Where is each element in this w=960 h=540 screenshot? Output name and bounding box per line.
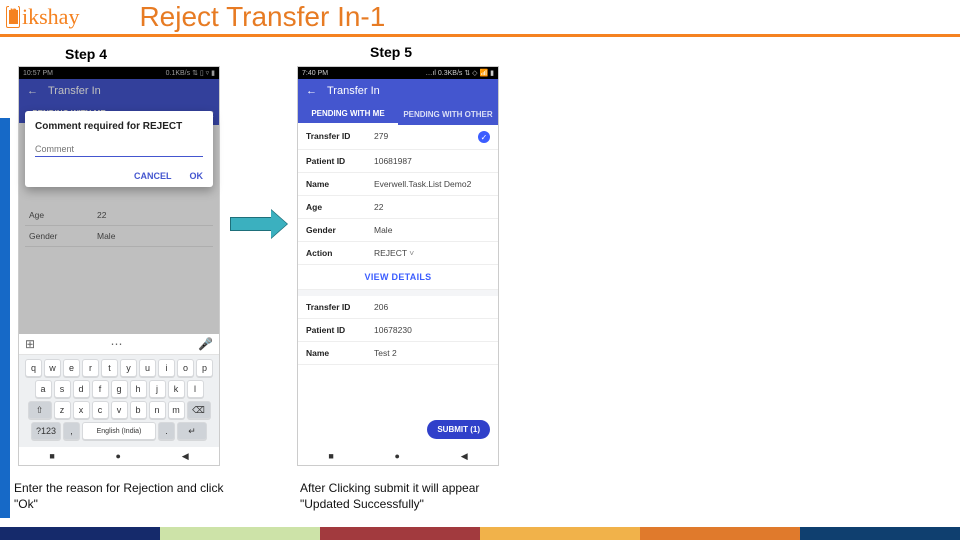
phone-step-4: 10:57 PM 0.1KB/s ⇅ ▯ ▿ ▮ ← Transfer In P…: [18, 66, 220, 466]
key-y[interactable]: y: [120, 359, 137, 377]
nav-recent-icon[interactable]: ■: [328, 451, 333, 461]
phone-step-5: 7:40 PM …ıl 0.3KB/s ⇅ ◇ 📶 ▮ ← Transfer I…: [297, 66, 499, 466]
view-details-button[interactable]: VIEW DETAILS: [298, 265, 498, 290]
detail-row: Transfer ID206: [298, 296, 498, 319]
detail-row: Age22: [298, 196, 498, 219]
key-⇧[interactable]: ⇧: [28, 401, 52, 419]
keyboard-suggestion-bar: ⊞ ⋯ 🎤: [19, 334, 219, 355]
reject-comment-dialog: Comment required for REJECT CANCEL OK: [25, 111, 213, 187]
logo: ikshay: [6, 4, 79, 30]
step-5-label: Step 5: [370, 44, 412, 60]
key-c[interactable]: c: [92, 401, 109, 419]
ok-button[interactable]: OK: [190, 171, 204, 181]
key-l[interactable]: l: [187, 380, 204, 398]
title-bar: ikshay Reject Transfer In-1: [0, 0, 960, 34]
detail-row: NameEverwell.Task.List Demo2: [298, 173, 498, 196]
keyboard: qwertyuiop asdfghjkl ⇧zxcvbnm⌫ ?123,Engl…: [19, 355, 219, 447]
detail-row: NameTest 2: [298, 342, 498, 365]
caption-step-5: After Clicking submit it will appear "Up…: [300, 480, 479, 512]
key-s[interactable]: s: [54, 380, 71, 398]
step-4-label: Step 4: [65, 46, 107, 62]
android-nav-bar: ■ ● ◀: [19, 447, 219, 465]
key-?123[interactable]: ?123: [31, 422, 61, 440]
detail-row: Transfer ID279✓: [298, 125, 498, 150]
slide-title: Reject Transfer In-1: [139, 1, 385, 33]
key-m[interactable]: m: [168, 401, 185, 419]
status-bar: 7:40 PM …ıl 0.3KB/s ⇅ ◇ 📶 ▮: [298, 67, 498, 79]
key-j[interactable]: j: [149, 380, 166, 398]
tab-pending-with-other[interactable]: PENDING WITH OTHER: [398, 103, 498, 125]
ellipsis-icon[interactable]: ⋯: [111, 337, 123, 351]
key-u[interactable]: u: [139, 359, 156, 377]
key-g[interactable]: g: [111, 380, 128, 398]
key-w[interactable]: w: [44, 359, 61, 377]
nav-back-icon[interactable]: ◀: [461, 451, 468, 462]
submit-button[interactable]: SUBMIT (1): [427, 420, 490, 439]
key-r[interactable]: r: [82, 359, 99, 377]
android-nav-bar: ■ ● ◀: [298, 447, 498, 465]
key-.[interactable]: .: [158, 422, 175, 440]
logo-text: ikshay: [22, 4, 79, 30]
key-,[interactable]: ,: [63, 422, 80, 440]
key-o[interactable]: o: [177, 359, 194, 377]
key-x[interactable]: x: [73, 401, 90, 419]
key-b[interactable]: b: [130, 401, 147, 419]
divider-rule: [0, 34, 960, 37]
key-z[interactable]: z: [54, 401, 71, 419]
detail-row: GenderMale: [298, 219, 498, 242]
app-bar: ← Transfer In: [298, 79, 498, 103]
status-icons: …ıl 0.3KB/s ⇅ ◇ 📶 ▮: [425, 69, 494, 77]
key-d[interactable]: d: [73, 380, 90, 398]
key-h[interactable]: h: [130, 380, 147, 398]
detail-row: Patient ID10681987: [298, 150, 498, 173]
app-bar-title: Transfer In: [327, 85, 380, 97]
dialog-title: Comment required for REJECT: [35, 121, 203, 132]
caption-step-4: Enter the reason for Rejection and click…: [14, 480, 223, 512]
key-⌫[interactable]: ⌫: [187, 401, 211, 419]
key-f[interactable]: f: [92, 380, 109, 398]
key-q[interactable]: q: [25, 359, 42, 377]
flow-arrow-icon: [230, 210, 286, 238]
comment-input[interactable]: [35, 142, 203, 157]
key-t[interactable]: t: [101, 359, 118, 377]
key-p[interactable]: p: [196, 359, 213, 377]
back-arrow-icon[interactable]: ←: [306, 85, 317, 97]
status-time: 7:40 PM: [302, 70, 328, 77]
grid-icon[interactable]: ⊞: [25, 337, 35, 351]
key-k[interactable]: k: [168, 380, 185, 398]
tab-bar: PENDING WITH ME PENDING WITH OTHER: [298, 103, 498, 125]
nav-back-icon[interactable]: ◀: [182, 451, 189, 462]
nav-home-icon[interactable]: ●: [116, 451, 121, 461]
key-i[interactable]: i: [158, 359, 175, 377]
detail-row: Patient ID10678230: [298, 319, 498, 342]
nav-recent-icon[interactable]: ■: [49, 451, 54, 461]
left-accent-strip: [0, 118, 10, 518]
detail-row: ActionREJECT ˅: [298, 242, 498, 265]
logo-phone-icon: [6, 6, 20, 28]
tab-pending-with-me[interactable]: PENDING WITH ME: [298, 103, 398, 125]
mic-icon[interactable]: 🎤: [198, 337, 213, 351]
cancel-button[interactable]: CANCEL: [134, 171, 172, 181]
footer-color-bar: [0, 527, 960, 540]
nav-home-icon[interactable]: ●: [395, 451, 400, 461]
key-n[interactable]: n: [149, 401, 166, 419]
key-↵[interactable]: ↵: [177, 422, 207, 440]
key-e[interactable]: e: [63, 359, 80, 377]
key-a[interactable]: a: [35, 380, 52, 398]
check-icon: ✓: [478, 131, 490, 143]
key-v[interactable]: v: [111, 401, 128, 419]
key-English (India)[interactable]: English (India): [82, 422, 156, 440]
